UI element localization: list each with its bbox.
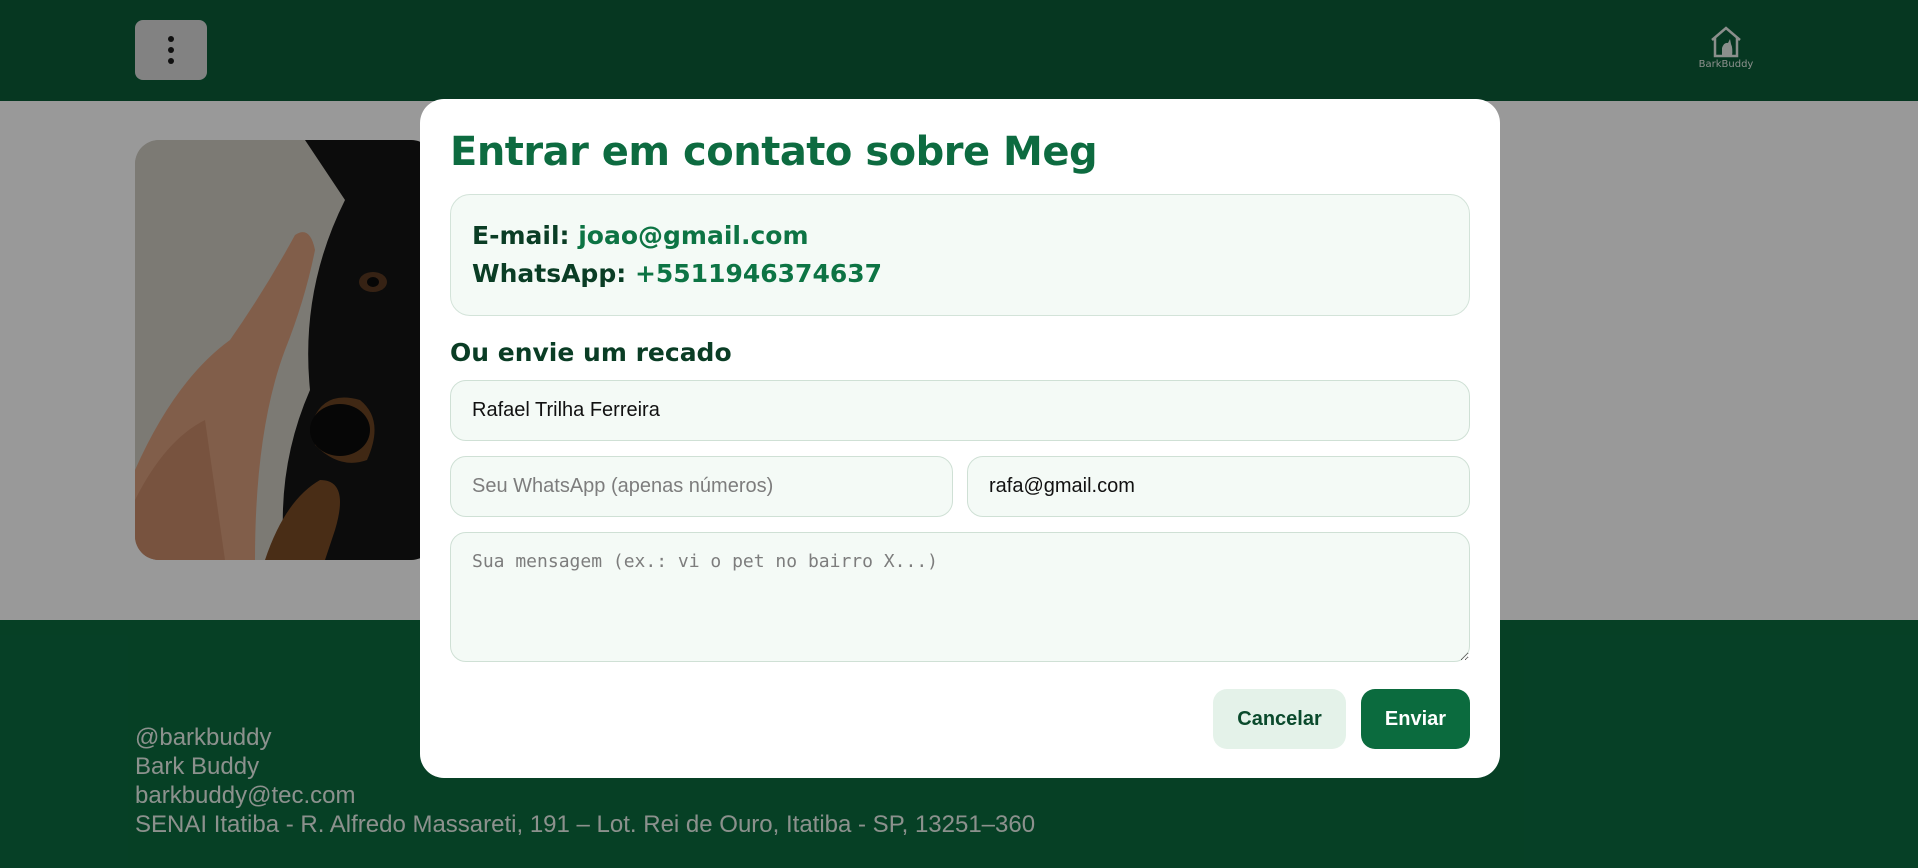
message-textarea[interactable] bbox=[450, 532, 1470, 662]
owner-whatsapp-line: WhatsApp: +5511946374637 bbox=[472, 259, 882, 288]
cancel-button[interactable]: Cancelar bbox=[1213, 689, 1346, 749]
owner-email-line: E-mail: joao@gmail.com bbox=[472, 221, 809, 250]
send-button[interactable]: Enviar bbox=[1361, 689, 1470, 749]
owner-contact-box: E-mail: joao@gmail.com WhatsApp: +551194… bbox=[450, 194, 1470, 316]
name-input[interactable] bbox=[450, 380, 1470, 441]
owner-email-link[interactable]: joao@gmail.com bbox=[578, 221, 808, 250]
owner-whatsapp-link[interactable]: +5511946374637 bbox=[635, 259, 882, 288]
whatsapp-label: WhatsApp: bbox=[472, 259, 627, 288]
contact-modal: Entrar em contato sobre Meg E-mail: joao… bbox=[420, 99, 1500, 778]
modal-title: Entrar em contato sobre Meg bbox=[450, 129, 1098, 175]
email-label: E-mail: bbox=[472, 221, 570, 250]
whatsapp-input[interactable] bbox=[450, 456, 953, 517]
email-input[interactable] bbox=[967, 456, 1470, 517]
message-section-title: Ou envie um recado bbox=[450, 338, 732, 367]
